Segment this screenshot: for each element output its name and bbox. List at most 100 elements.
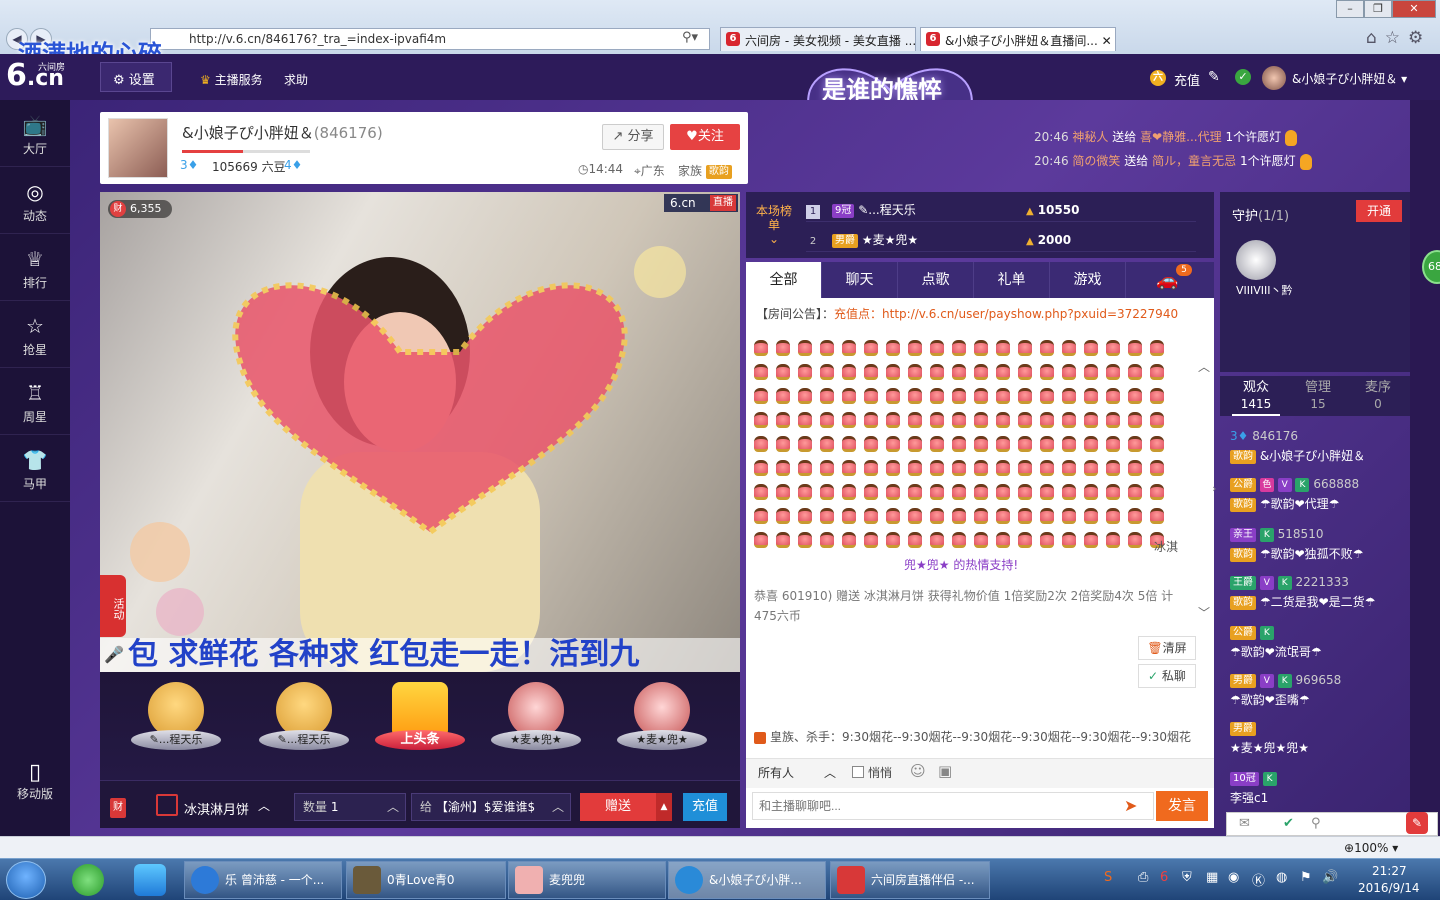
sogou-icon[interactable]: S xyxy=(1104,870,1112,885)
browser-tab-2[interactable]: 6 &小娘子ぴ小胖妞＆直播间... ✕ xyxy=(920,27,1116,51)
open-guard-button[interactable]: 开通 xyxy=(1356,200,1402,222)
list-item[interactable]: 公爵 K ☂歌韵❤流氓哥☂ xyxy=(1230,622,1406,662)
chat-target-select[interactable]: 所有人 ︿ xyxy=(754,762,840,784)
kugou-tray-icon[interactable]: Ⓚ xyxy=(1252,870,1265,889)
post-message-button[interactable]: 发言 xyxy=(1156,791,1208,821)
recharge-link[interactable]: 充值点：http://v.6.cn/user/payshow.php?pxuid… xyxy=(834,307,1178,321)
start-button[interactable] xyxy=(6,861,46,899)
tab-song[interactable]: 点歌 xyxy=(898,262,974,298)
host-service-link[interactable]: ♛ 主播服务 xyxy=(200,71,263,88)
volume-icon[interactable]: 🔊 xyxy=(1322,870,1338,885)
taskbar-item[interactable]: 乐 曾沛慈 - 一个... xyxy=(184,861,342,899)
shield-icon[interactable]: ⛨ xyxy=(1182,870,1192,885)
browser-tab-1[interactable]: 6 六间房 - 美女视频 - 美女直播 ... xyxy=(720,27,916,51)
recipient-select[interactable]: 给 【渝州】$爱谁谁$ ︿ xyxy=(411,793,571,821)
send-options-button[interactable]: ▲ xyxy=(656,793,672,821)
live-video[interactable] xyxy=(100,192,740,672)
tab-admins[interactable]: 管理 15 xyxy=(1288,380,1348,413)
whisper-checkbox[interactable] xyxy=(852,766,864,778)
nav-item-vest[interactable]: 👕 马甲 xyxy=(0,435,70,502)
mobile-version-link[interactable]: ▯ 移动版 xyxy=(0,760,70,820)
network-icon[interactable]: ▦ xyxy=(1206,870,1218,885)
rank-row[interactable]: 2男爵 ★麦★兜★2000 xyxy=(806,228,1196,252)
private-chat-button[interactable]: ✓ 私聊 xyxy=(1138,664,1196,688)
pc-icon[interactable]: ◍ xyxy=(1276,870,1287,885)
avatar[interactable] xyxy=(1262,66,1286,90)
check-icon[interactable]: ✔ xyxy=(1283,816,1294,831)
rank-title[interactable]: 本场榜单 ⌄ xyxy=(754,204,794,246)
nav-item-grab-star[interactable]: ☆ 抢星 xyxy=(0,301,70,368)
gift-icon[interactable] xyxy=(156,794,178,816)
tab-gift-list[interactable]: 礼单 xyxy=(974,262,1050,298)
scroll-up-icon[interactable]: ︿ xyxy=(1198,358,1210,375)
close-window-button[interactable]: ✕ xyxy=(1392,0,1436,18)
flag-icon[interactable]: ⚑ xyxy=(1300,870,1312,885)
list-item[interactable]: 10冠 K 李强c1 xyxy=(1230,768,1406,808)
verified-icon[interactable]: ✓ xyxy=(1235,69,1251,85)
car-icon[interactable]: 🚗 xyxy=(1156,270,1178,291)
online-indicator[interactable]: 68 xyxy=(1422,250,1440,284)
chat-input[interactable] xyxy=(752,792,1154,820)
search-icon[interactable]: ⚲▾ xyxy=(682,30,698,45)
guard-slot[interactable]: ✎...程天乐 xyxy=(256,682,352,772)
family-badge[interactable]: 歌韵 xyxy=(705,164,732,179)
tab-chat[interactable]: 聊天 xyxy=(822,262,898,298)
taskbar-item[interactable]: 麦兜兜 xyxy=(508,861,666,899)
guard-slot[interactable]: ★麦★兜★ xyxy=(488,682,584,772)
printer-icon[interactable]: ⎙ xyxy=(1138,870,1148,885)
nav-item-hall[interactable]: 📺 大厅 xyxy=(0,100,70,167)
rank-row[interactable]: 19冠 ✎...程天乐10550 xyxy=(806,198,1196,222)
scroll-down-icon[interactable]: ﹀ xyxy=(1198,604,1210,621)
list-item[interactable]: 公爵 色 V K 668888 歌韵 ☂歌韵❤代理☂ xyxy=(1230,474,1406,514)
tab-all[interactable]: 全部 xyxy=(746,262,822,298)
headline-slot[interactable]: 上头条 xyxy=(372,682,468,772)
settings-button[interactable]: ⚙ 设置 xyxy=(100,62,172,92)
minimize-button[interactable]: – xyxy=(1336,0,1364,18)
quantity-input[interactable]: 数量 1 ︿ xyxy=(294,793,406,821)
list-item[interactable]: 王爵 V K 2221333 歌韵 ☂二货是我❤是二货☂ xyxy=(1230,572,1406,612)
recharge-link[interactable]: 充值 xyxy=(1174,70,1200,89)
qq-icon[interactable]: ◉ xyxy=(1228,870,1239,885)
send-plane-icon[interactable]: ➤ xyxy=(1124,796,1137,815)
guard-avatar[interactable] xyxy=(1236,240,1276,280)
send-gift-button[interactable]: 赠送 xyxy=(580,793,656,821)
gift-selector[interactable]: 冰淇淋月饼 xyxy=(184,799,249,818)
clear-screen-button[interactable]: 🗑清屏 xyxy=(1138,636,1196,660)
image-icon[interactable]: ▣ xyxy=(938,762,952,780)
recharge-button[interactable]: 充值 xyxy=(683,793,727,821)
tab-games[interactable]: 游戏 xyxy=(1050,262,1126,298)
taskbar-item[interactable]: 六间房直播伴侣 -... xyxy=(830,861,990,899)
media-player-icon[interactable] xyxy=(134,864,166,896)
maximize-button[interactable]: ❐ xyxy=(1364,0,1392,18)
nav-item-dynamic[interactable]: ◎ 动态 xyxy=(0,167,70,234)
host-avatar[interactable] xyxy=(108,118,168,178)
taskbar-item[interactable]: 0青Love青0 xyxy=(346,861,506,899)
guard-slot[interactable]: ★麦★兜★ xyxy=(614,682,710,772)
list-item[interactable]: 3♦ 846176 歌韵 &小娘子ぴ小胖妞＆ xyxy=(1230,426,1406,466)
microphone-icon[interactable]: 🎤 xyxy=(104,645,124,664)
browser-tools-icons[interactable]: ⌂☆⚙ xyxy=(1366,28,1431,48)
list-item[interactable]: 男爵 V K 969658 ☂歌韵❤歪嘴☂ xyxy=(1230,670,1406,710)
username-menu[interactable]: &小娘子ぴ小胖妞＆ ▾ xyxy=(1292,70,1407,87)
expand-arrow-icon[interactable]: › xyxy=(1212,482,1216,495)
share-button[interactable]: ↗ 分享 xyxy=(602,124,664,150)
guard-name[interactable]: VIIIVIII丶黔 xyxy=(1236,282,1293,298)
mail-icon[interactable]: ✉ xyxy=(1239,816,1250,831)
list-item[interactable]: 亲王 K 518510 歌韵 ☂歌韵❤独孤不败☂ xyxy=(1230,524,1406,564)
quicklaunch-green-icon[interactable] xyxy=(72,864,104,896)
six-tray-icon[interactable]: 6 xyxy=(1160,870,1168,885)
help-link[interactable]: 求助 xyxy=(284,71,308,88)
site-logo[interactable]: 六间房 6.cn xyxy=(6,58,74,96)
money-icon[interactable]: 财 xyxy=(110,798,126,818)
follow-button[interactable]: ♥关注 xyxy=(670,124,740,150)
list-item[interactable]: 男爵 ★麦★兜★兜★ xyxy=(1230,718,1406,758)
tab-mic-queue[interactable]: 麦序 0 xyxy=(1348,380,1408,413)
chevron-up-icon[interactable]: ︿ xyxy=(258,797,270,814)
address-bar[interactable]: http://v.6.cn/846176?_tra_=index-ipvafi4… xyxy=(150,28,710,50)
guard-slot[interactable]: ✎...程天乐 xyxy=(128,682,224,772)
tab-audience[interactable]: 观众 1415 xyxy=(1226,380,1286,413)
emoji-icon[interactable]: ☺ xyxy=(910,762,926,780)
chat-bubble-icon[interactable]: ✎ xyxy=(1406,812,1428,834)
taskbar-item[interactable]: &小娘子ぴ小胖... xyxy=(668,861,826,899)
zoom-level[interactable]: ⊕100% ▾ xyxy=(1344,841,1398,855)
